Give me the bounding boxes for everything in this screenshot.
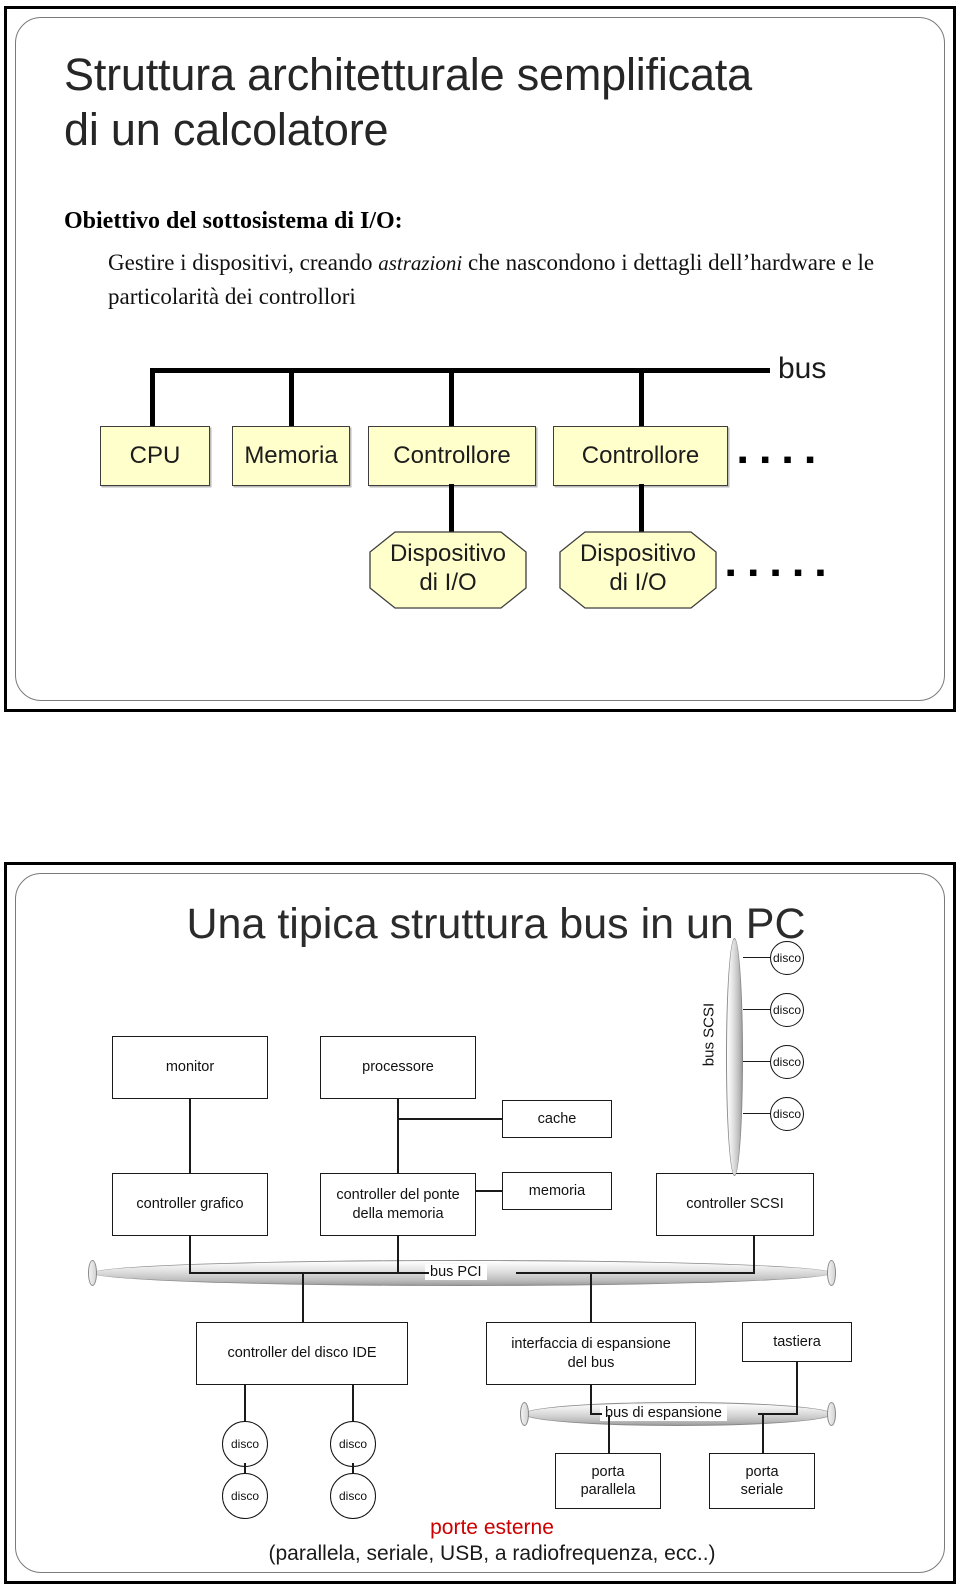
caption-porte-dettaglio: (parallela, seriale, USB, a radiofrequen… — [268, 1542, 716, 1565]
bus-stub-controllore-1 — [449, 368, 454, 428]
diagram-node-cpu: CPU — [100, 426, 210, 486]
slide-2: Una tipica struttura bus in un PC monito… — [4, 862, 956, 1584]
wire-ide-branch-left — [244, 1385, 246, 1423]
pc-box-controller-ponte-memoria: controller del ponte della memoria — [320, 1173, 476, 1236]
diagram-node-controllore-1: Controllore — [368, 426, 536, 486]
controllers-ellipsis: ▪ ▪ ▪ ▪ — [738, 444, 818, 474]
ide-disk-1: disco — [222, 1421, 268, 1467]
wire-processore-to-cache-h — [397, 1118, 502, 1120]
pc-box-cache: cache — [502, 1100, 612, 1138]
wire-espansione-to-porta-parallela — [608, 1415, 610, 1455]
scsi-disk-3: disco — [770, 1045, 804, 1079]
pc-bus-diagram: monitor processore controller grafico co… — [16, 874, 960, 1596]
wire-espansione-to-interfaccia — [590, 1385, 592, 1415]
pc-box-processore: processore — [320, 1036, 476, 1099]
wire-espansione-bar-left — [590, 1413, 602, 1415]
wire-pci-to-ide — [302, 1272, 304, 1322]
wire-scsi-disk-1 — [743, 957, 771, 959]
wire-ponte-to-memoria — [476, 1190, 502, 1192]
wire-grafico-to-pci — [189, 1236, 191, 1274]
ide-disk-2: disco — [222, 1473, 268, 1519]
ide-disk-4: disco — [330, 1473, 376, 1519]
slide-2-inner-frame: Una tipica struttura bus in un PC monito… — [15, 873, 945, 1573]
bus-espansione-right-cap — [827, 1402, 836, 1426]
device-2-label: Dispositivo di I/O — [579, 540, 697, 596]
wire-ide-branch-right — [352, 1385, 354, 1423]
wire-pci-bar-1 — [189, 1272, 429, 1274]
diagram-node-controllore-2: Controllore — [553, 426, 728, 486]
bus-stub-cpu — [150, 368, 155, 428]
scsi-disk-4: disco — [770, 1097, 804, 1131]
pc-box-tastiera: tastiera — [742, 1322, 852, 1362]
wire-espansione-bar-right — [758, 1413, 798, 1415]
bus-scsi-cylinder — [726, 938, 743, 1176]
caption-porte-esterne: porte esterne — [430, 1516, 554, 1539]
wire-processore-to-ponte — [397, 1099, 399, 1173]
architecture-diagram: bus CPU Memoria Controllore Controllore … — [16, 18, 960, 724]
wire-monitor-to-grafico — [189, 1099, 191, 1173]
wire-scsi-to-pci — [753, 1236, 755, 1274]
pc-box-porta-seriale: porta seriale — [709, 1453, 815, 1509]
bus-pci-label: bus PCI — [425, 1264, 487, 1280]
bus-stub-controllore-2 — [639, 368, 644, 428]
ide-disk-3: disco — [330, 1421, 376, 1467]
wire-scsi-disk-3 — [743, 1061, 771, 1063]
wire-espansione-to-porta-seriale — [762, 1415, 764, 1455]
pc-box-controller-disco-ide: controller del disco IDE — [196, 1322, 408, 1385]
wire-pci-to-espansione — [590, 1272, 592, 1322]
pc-box-interfaccia-espansione: interfaccia di espansione del bus — [486, 1322, 696, 1385]
wire-scsi-disk-4 — [743, 1113, 771, 1115]
diagram-device-1: Dispositivo di I/O — [369, 531, 527, 609]
device-1-label: Dispositivo di I/O — [389, 540, 507, 596]
slide-1-inner-frame: Struttura architetturale semplificata di… — [15, 17, 945, 701]
slide-1: Struttura architetturale semplificata di… — [4, 6, 956, 712]
diagram-node-memoria: Memoria — [232, 426, 350, 486]
pc-box-porta-parallela: porta parallela — [555, 1453, 661, 1509]
pc-box-controller-scsi: controller SCSI — [656, 1173, 814, 1236]
diagram-device-2: Dispositivo di I/O — [559, 531, 717, 609]
bus-stub-memoria — [289, 368, 294, 428]
devices-ellipsis: ▪ ▪ ▪ ▪ ▪ — [726, 557, 828, 587]
pc-box-controller-grafico: controller grafico — [112, 1173, 268, 1236]
bus-horizontal-line — [150, 368, 770, 373]
bus-pci-right-cap — [827, 1260, 836, 1286]
wire-ponte-to-pci — [397, 1236, 399, 1274]
scsi-disk-2: disco — [770, 993, 804, 1027]
bus-label: bus — [778, 352, 827, 385]
wire-scsi-disk-2 — [743, 1009, 771, 1011]
pc-box-monitor: monitor — [112, 1036, 268, 1099]
scsi-disk-1: disco — [770, 941, 804, 975]
wire-tastiera-to-espansione — [796, 1362, 798, 1415]
bus-espansione-left-cap — [520, 1402, 529, 1426]
bus-espansione-label: bus di espansione — [600, 1405, 727, 1421]
wire-pci-bar-2 — [516, 1272, 754, 1274]
pc-box-memoria: memoria — [502, 1172, 612, 1210]
controller-2-device-link — [639, 484, 644, 536]
bus-pci-left-cap — [88, 1260, 97, 1286]
bus-scsi-label: bus SCSI — [700, 1002, 718, 1067]
controller-1-device-link — [449, 484, 454, 536]
